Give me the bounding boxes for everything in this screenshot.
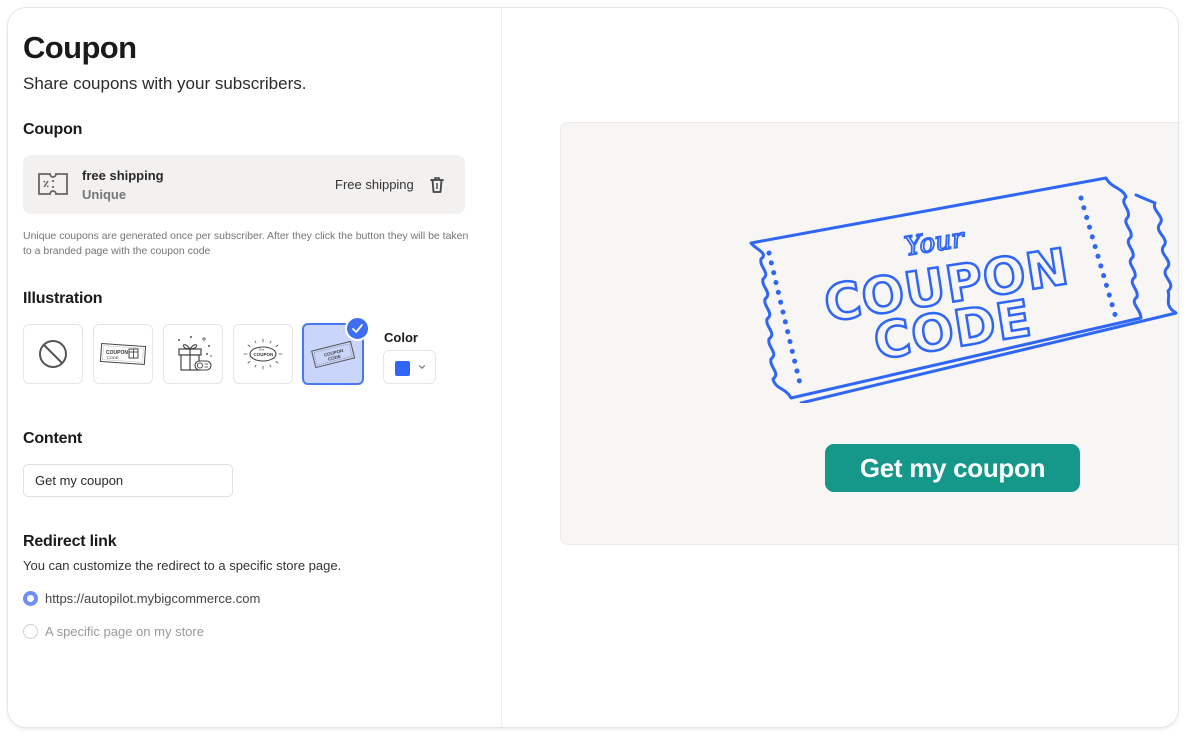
svg-text:COUPON: COUPON <box>254 352 274 357</box>
illustration-section-title: Illustration <box>23 290 103 307</box>
redirect-option-specific-page[interactable]: A specific page on my store <box>23 624 204 639</box>
illustration-option-coupon-gift-ticket[interactable]: COUPON CODE <box>93 324 153 384</box>
svg-text:Your: Your <box>259 348 265 352</box>
coupon-burst-illustration: COUPON Your <box>243 338 283 370</box>
no-illustration-icon <box>39 340 67 368</box>
gift-box-illustration <box>178 336 212 371</box>
redirect-option-store-url[interactable]: https://autopilot.mybigcommerce.com <box>23 591 260 606</box>
preview-panel: Your COUPON CODE Get my coupon <box>503 8 1178 727</box>
radio-button-unchecked[interactable] <box>23 624 38 639</box>
radio-button-checked[interactable] <box>23 591 38 606</box>
coupon-card[interactable]: free shipping Unique Free shipping <box>23 155 465 214</box>
color-picker[interactable] <box>383 350 436 384</box>
illustration-option-your-coupon-burst[interactable]: COUPON Your <box>233 324 293 384</box>
coupon-editor-window: Coupon Share coupons with your subscribe… <box>8 8 1178 727</box>
coupon-name: free shipping <box>82 168 164 183</box>
illustration-option-gift-box[interactable] <box>163 324 223 384</box>
settings-panel: Coupon Share coupons with your subscribe… <box>8 8 502 727</box>
button-text-input[interactable] <box>23 464 233 497</box>
coupon-section-title: Coupon <box>23 121 83 138</box>
illustration-option-none[interactable] <box>23 324 83 384</box>
coupon-gift-ticket-illustration: COUPON CODE <box>99 342 147 366</box>
coupon-code-ticket-illustration: Your COUPON CODE <box>749 176 1178 403</box>
redirect-section-title: Redirect link <box>23 533 117 550</box>
get-coupon-button[interactable]: Get my coupon <box>825 444 1080 492</box>
selected-check-icon <box>345 316 370 341</box>
chevron-down-icon <box>418 365 426 370</box>
color-label: Color <box>384 330 418 345</box>
content-section-title: Content <box>23 430 83 447</box>
trash-icon[interactable] <box>427 175 447 195</box>
radio-label: https://autopilot.mybigcommerce.com <box>45 591 261 606</box>
coupon-preview-card: Your COUPON CODE Get my coupon <box>560 122 1178 545</box>
coupon-type: Unique <box>82 187 127 202</box>
color-swatch <box>395 361 410 376</box>
coupon-helper-text: Unique coupons are generated once per su… <box>23 230 469 257</box>
page-title: Coupon <box>23 30 137 65</box>
page-subtitle: Share coupons with your subscribers. <box>23 74 307 93</box>
redirect-description: You can customize the redirect to a spec… <box>23 558 342 573</box>
coupon-value: Free shipping <box>335 177 414 192</box>
illustration-option-your-coupon-code-ticket[interactable]: COUPON CODE <box>302 316 370 385</box>
radio-label: A specific page on my store <box>45 624 204 639</box>
coupon-ticket-icon <box>38 173 68 195</box>
svg-text:CODE: CODE <box>107 355 119 360</box>
coupon-code-ticket-illustration: COUPON CODE <box>311 340 356 369</box>
